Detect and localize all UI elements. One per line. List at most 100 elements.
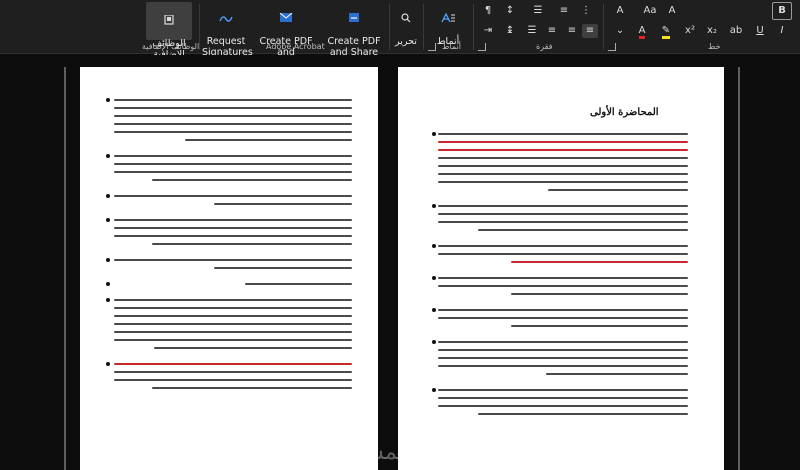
italic-button[interactable]: I bbox=[774, 24, 790, 38]
text-line bbox=[438, 181, 688, 183]
align-center-button[interactable]: ≡ bbox=[564, 24, 580, 38]
bold-button[interactable]: B bbox=[772, 2, 792, 20]
underline-icon: U bbox=[756, 25, 764, 36]
addins-button[interactable]: الوظائف الإضافية bbox=[146, 2, 192, 60]
underline-button[interactable]: U bbox=[752, 24, 768, 38]
text-line bbox=[438, 357, 688, 359]
bullet bbox=[432, 340, 436, 344]
font-group: A Aa A ⌄ A ✎ x² x₂ ab U I B خط bbox=[604, 0, 800, 54]
bullet bbox=[106, 194, 110, 198]
clear-format-button[interactable]: A bbox=[612, 4, 628, 18]
paragraph bbox=[438, 341, 688, 381]
paragraph-launcher[interactable] bbox=[478, 43, 486, 51]
superscript-icon: x² bbox=[685, 25, 695, 36]
text-line bbox=[154, 347, 352, 349]
font-color-button[interactable]: A bbox=[634, 24, 650, 39]
highlight-button[interactable]: ✎ bbox=[658, 24, 674, 39]
text-line bbox=[438, 213, 688, 215]
text-line bbox=[438, 317, 688, 319]
adobe-group: Request Signatures Create PDF and Share … bbox=[200, 0, 390, 80]
numbering-icon: ≡ bbox=[559, 5, 569, 16]
text-line bbox=[438, 133, 688, 135]
align-right-button[interactable]: ≡ bbox=[582, 24, 598, 38]
list-button[interactable]: ☰ bbox=[530, 4, 546, 18]
text-line bbox=[438, 157, 688, 159]
bullet bbox=[432, 244, 436, 248]
paragraph bbox=[114, 195, 352, 211]
align-right-icon: ≡ bbox=[585, 25, 595, 36]
text-line bbox=[438, 277, 688, 279]
right-page[interactable]: المحاضرة الأولى bbox=[398, 67, 724, 470]
paragraph bbox=[114, 299, 352, 355]
document-area[interactable]: المحاضرة الأولى bbox=[0, 55, 800, 470]
paragraph-group: ¶ ↕ ☰ ≡ ⋮ ⇥ ↨ ☰ ≡ ≡ ≡ فقرة bbox=[474, 0, 602, 54]
text-line bbox=[213, 203, 352, 205]
text-line bbox=[114, 219, 352, 221]
superscript-button[interactable]: x² bbox=[682, 24, 698, 38]
indent-icon: ⇥ bbox=[483, 25, 493, 36]
align-center-icon: ≡ bbox=[567, 25, 577, 36]
text-line bbox=[438, 221, 688, 223]
subscript-button[interactable]: x₂ bbox=[704, 24, 720, 38]
request-signatures-button[interactable]: Request Signatures bbox=[202, 2, 253, 58]
text-line bbox=[114, 299, 352, 301]
text-line bbox=[114, 195, 352, 197]
font-launcher[interactable] bbox=[608, 43, 616, 51]
paragraph bbox=[114, 283, 352, 291]
styles-launcher[interactable] bbox=[428, 43, 436, 51]
text-line bbox=[438, 341, 688, 343]
text-line bbox=[438, 405, 688, 407]
bullets-button[interactable]: ⋮ bbox=[578, 4, 594, 18]
editing-button[interactable]: تحرير bbox=[392, 2, 420, 47]
indent-button[interactable]: ⇥ bbox=[480, 24, 496, 38]
pdf-outlook-icon bbox=[279, 13, 293, 22]
text-line bbox=[185, 139, 352, 141]
text-line bbox=[510, 261, 688, 263]
text-line bbox=[244, 283, 352, 285]
scrollbar[interactable] bbox=[384, 67, 390, 470]
justify-button[interactable]: ☰ bbox=[524, 24, 540, 38]
left-page[interactable] bbox=[80, 67, 378, 470]
text-effects-button[interactable]: ⌄ bbox=[612, 24, 628, 38]
shrink-font-button[interactable]: A bbox=[664, 4, 680, 18]
text-line bbox=[548, 189, 688, 191]
bullet bbox=[106, 154, 110, 158]
bullet bbox=[432, 204, 436, 208]
text-line bbox=[438, 397, 688, 399]
paragraph bbox=[438, 205, 688, 237]
text-line bbox=[114, 115, 352, 117]
text-line bbox=[438, 173, 688, 175]
text-line bbox=[438, 365, 688, 367]
highlight-icon: ✎ bbox=[661, 25, 671, 39]
change-case-button[interactable]: Aa bbox=[642, 4, 658, 18]
numbering-button[interactable]: ≡ bbox=[556, 4, 572, 18]
addins-icon bbox=[164, 15, 174, 25]
text-line bbox=[510, 293, 688, 295]
sort-button[interactable]: ↕ bbox=[502, 4, 518, 18]
strike-icon: ab bbox=[729, 25, 743, 36]
italic-icon: I bbox=[780, 25, 784, 36]
strike-button[interactable]: ab bbox=[728, 24, 744, 38]
line-spacing-button[interactable]: ↨ bbox=[502, 24, 518, 38]
font-color-icon: A bbox=[638, 25, 646, 39]
paragraph bbox=[114, 259, 352, 275]
editing-label: تحرير bbox=[395, 36, 417, 47]
text-line bbox=[114, 99, 352, 101]
text-line bbox=[114, 363, 352, 365]
editing-group: تحرير bbox=[390, 0, 422, 54]
align-left-button[interactable]: ≡ bbox=[544, 24, 560, 38]
styles-group: أنماط أنماط bbox=[424, 0, 472, 54]
bold-icon: B bbox=[778, 5, 786, 16]
text-effects-icon: ⌄ bbox=[615, 25, 625, 36]
styles-group-label: أنماط bbox=[442, 42, 461, 51]
text-line bbox=[114, 371, 352, 373]
pilcrow-button[interactable]: ¶ bbox=[480, 4, 496, 18]
text-line bbox=[438, 389, 688, 391]
styles-button[interactable]: أنماط bbox=[430, 2, 466, 47]
text-line bbox=[114, 107, 352, 109]
text-line bbox=[114, 235, 352, 237]
styles-icon bbox=[441, 13, 455, 23]
text-line bbox=[152, 179, 352, 181]
bullet bbox=[432, 388, 436, 392]
bullet bbox=[106, 282, 110, 286]
